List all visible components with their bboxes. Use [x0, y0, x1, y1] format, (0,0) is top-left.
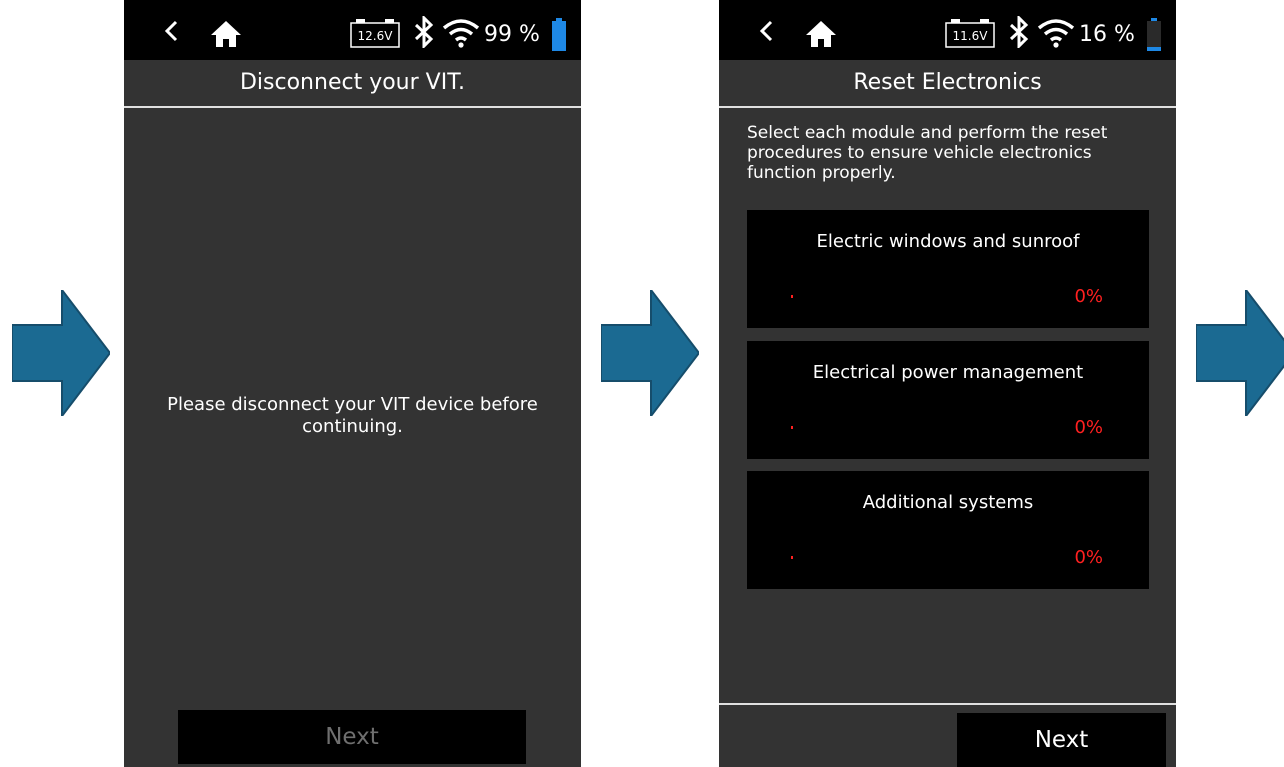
bluetooth-icon — [414, 14, 434, 50]
home-icon — [211, 21, 241, 47]
module-progress-percent: 0% — [1074, 286, 1103, 307]
bluetooth-icon — [1009, 14, 1029, 50]
arrow-right-icon — [12, 290, 110, 416]
battery-percent: 99 % — [484, 22, 540, 47]
module-power-management[interactable]: Electrical power management 0% — [747, 341, 1149, 459]
disconnect-message: Please disconnect your VIT device before… — [167, 394, 538, 437]
device-battery — [1146, 18, 1162, 52]
instructions-text: Select each module and perform the reset… — [747, 123, 1108, 183]
module-progress-bar — [791, 295, 793, 298]
wifi-icon — [442, 19, 480, 48]
module-progress-percent: 0% — [1074, 547, 1103, 568]
wifi-icon — [1037, 19, 1075, 48]
flow-arrow-1 — [12, 290, 110, 416]
status-bar: 12.6V 99 % — [124, 0, 581, 60]
vehicle-voltage: 11.6V — [952, 29, 988, 43]
device-battery — [551, 18, 567, 52]
bluetooth-status — [1008, 14, 1030, 50]
vehicle-battery-indicator: 12.6V — [350, 18, 400, 48]
home-button[interactable] — [805, 20, 837, 48]
battery-percent: 16 % — [1079, 22, 1135, 47]
home-button[interactable] — [210, 20, 242, 48]
chevron-left-icon — [164, 20, 178, 42]
status-bar: 11.6V 16 % — [719, 0, 1176, 60]
next-button[interactable]: Next — [957, 713, 1166, 767]
arrow-right-icon — [601, 290, 699, 416]
page-title: Disconnect your VIT. — [124, 60, 581, 108]
module-additional-systems[interactable]: Additional systems 0% — [747, 471, 1149, 589]
battery-icon — [1147, 18, 1161, 51]
module-progress-bar — [791, 426, 793, 429]
flow-arrow-2 — [601, 290, 699, 416]
next-button-disabled[interactable]: Next — [178, 710, 526, 764]
module-progress-percent: 0% — [1074, 417, 1103, 438]
home-icon — [806, 21, 836, 47]
flow-arrow-3 — [1196, 290, 1284, 416]
module-name: Electric windows and sunroof — [816, 231, 1080, 252]
vehicle-battery-indicator: 11.6V — [945, 18, 995, 48]
bluetooth-status — [413, 14, 435, 50]
wifi-status — [442, 18, 480, 48]
module-name: Additional systems — [862, 492, 1034, 513]
screen-disconnect-vit: 12.6V 99 % Disconnect your VIT. Please d… — [124, 0, 581, 767]
module-name: Electrical power management — [812, 362, 1084, 383]
chevron-left-icon — [759, 20, 773, 42]
back-button[interactable] — [755, 18, 779, 44]
page-title: Reset Electronics — [719, 60, 1176, 108]
module-electric-windows[interactable]: Electric windows and sunroof 0% — [747, 210, 1149, 328]
bottom-divider — [719, 703, 1176, 705]
back-button[interactable] — [160, 18, 184, 44]
screen-reset-electronics: 11.6V 16 % Reset Electronics Select each… — [719, 0, 1176, 767]
battery-icon — [552, 18, 566, 51]
module-progress-bar — [791, 556, 793, 559]
wifi-status — [1037, 18, 1075, 48]
arrow-right-icon — [1196, 290, 1284, 416]
vehicle-voltage: 12.6V — [357, 29, 393, 43]
